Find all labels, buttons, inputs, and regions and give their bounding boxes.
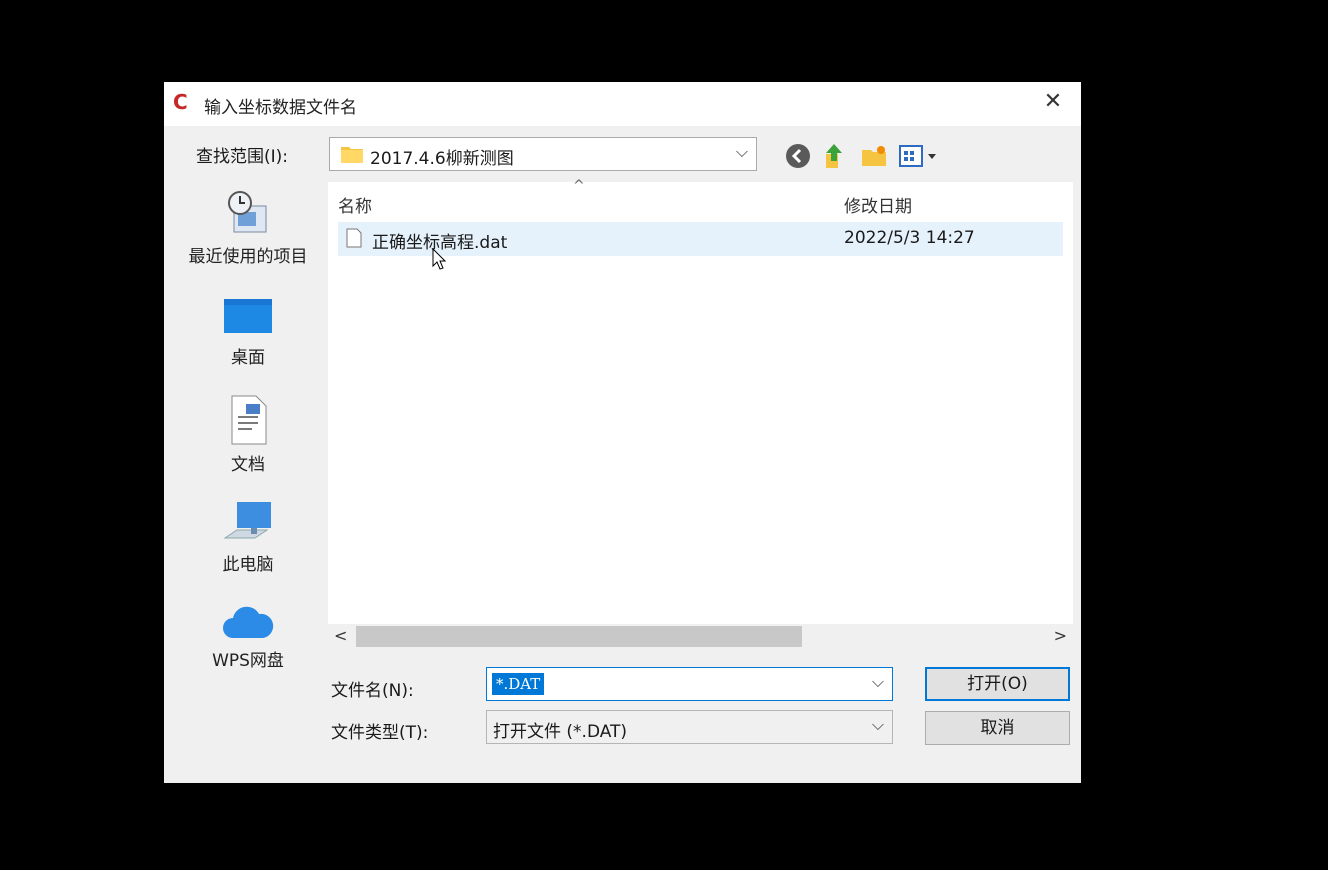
filetype-label: 文件类型(T): — [331, 723, 429, 743]
place-recent[interactable]: 最近使用的项目 — [170, 190, 326, 267]
look-in-value: 2017.4.6柳新测图 — [370, 149, 514, 169]
place-label: 桌面 — [231, 348, 265, 368]
new-folder-icon[interactable] — [860, 142, 888, 170]
column-header-name[interactable]: 名称 — [338, 192, 372, 217]
place-documents[interactable]: 文档 — [170, 394, 326, 475]
column-header-date[interactable]: 修改日期 — [844, 192, 912, 217]
filetype-value: 打开文件 (*.DAT) — [493, 722, 628, 742]
place-desktop[interactable]: 桌面 — [170, 297, 326, 368]
look-in-label: 查找范围(I): — [196, 147, 289, 167]
back-icon[interactable] — [784, 142, 812, 170]
filename-label: 文件名(N): — [331, 681, 414, 701]
scrollbar-thumb[interactable] — [356, 626, 802, 647]
recent-items-icon — [228, 191, 267, 233]
title-bar: C 输入坐标数据文件名 ✕ — [164, 82, 1081, 126]
filetype-dropdown[interactable]: 打开文件 (*.DAT) ⌵ — [486, 710, 893, 744]
app-logo-icon: C — [173, 90, 188, 114]
look-in-dropdown[interactable]: 2017.4.6柳新测图 ⌵ — [329, 137, 757, 171]
scroll-left-icon[interactable]: < — [334, 626, 347, 645]
filename-value: *.DAT — [492, 673, 545, 695]
scroll-right-icon[interactable]: > — [1054, 626, 1067, 645]
cancel-button[interactable]: 取消 — [925, 711, 1070, 745]
open-button[interactable]: 打开(O) — [925, 667, 1070, 701]
horizontal-scrollbar[interactable]: < > — [328, 624, 1073, 649]
place-this-pc[interactable]: 此电脑 — [170, 500, 326, 575]
place-label: 最近使用的项目 — [188, 247, 308, 267]
open-file-dialog: C 输入坐标数据文件名 ✕ 查找范围(I): 2017.4.6柳新测图 ⌵ 最近… — [164, 82, 1081, 783]
view-menu-icon[interactable] — [898, 142, 942, 170]
place-wps-cloud[interactable]: WPS网盘 — [170, 602, 326, 671]
file-row[interactable]: 正确坐标高程.dat 2022/5/3 14:27 — [338, 222, 1063, 256]
dialog-title: 输入坐标数据文件名 — [204, 98, 357, 118]
close-button[interactable]: ✕ — [1025, 82, 1081, 122]
mouse-cursor-icon — [432, 248, 446, 270]
place-label: WPS网盘 — [212, 651, 284, 671]
file-icon — [346, 228, 362, 248]
file-date: 2022/5/3 14:27 — [844, 228, 975, 248]
wps-cloud-icon — [223, 606, 274, 638]
documents-icon — [231, 395, 267, 445]
place-label: 此电脑 — [222, 555, 274, 575]
chevron-down-icon: ⌵ — [735, 142, 748, 161]
sort-ascending-icon: ^ — [573, 178, 585, 194]
up-folder-icon[interactable] — [820, 142, 848, 170]
chevron-down-icon[interactable]: ⌵ — [872, 672, 884, 692]
filename-input[interactable]: *.DAT ⌵ — [486, 667, 893, 701]
folder-icon — [341, 147, 363, 163]
this-pc-icon — [223, 502, 271, 539]
chevron-down-icon: ⌵ — [871, 715, 884, 734]
desktop-icon — [224, 299, 272, 333]
place-label: 文档 — [231, 455, 265, 475]
places-bar: 最近使用的项目 桌面 文档 此电脑 WPS网盘 — [170, 182, 326, 671]
